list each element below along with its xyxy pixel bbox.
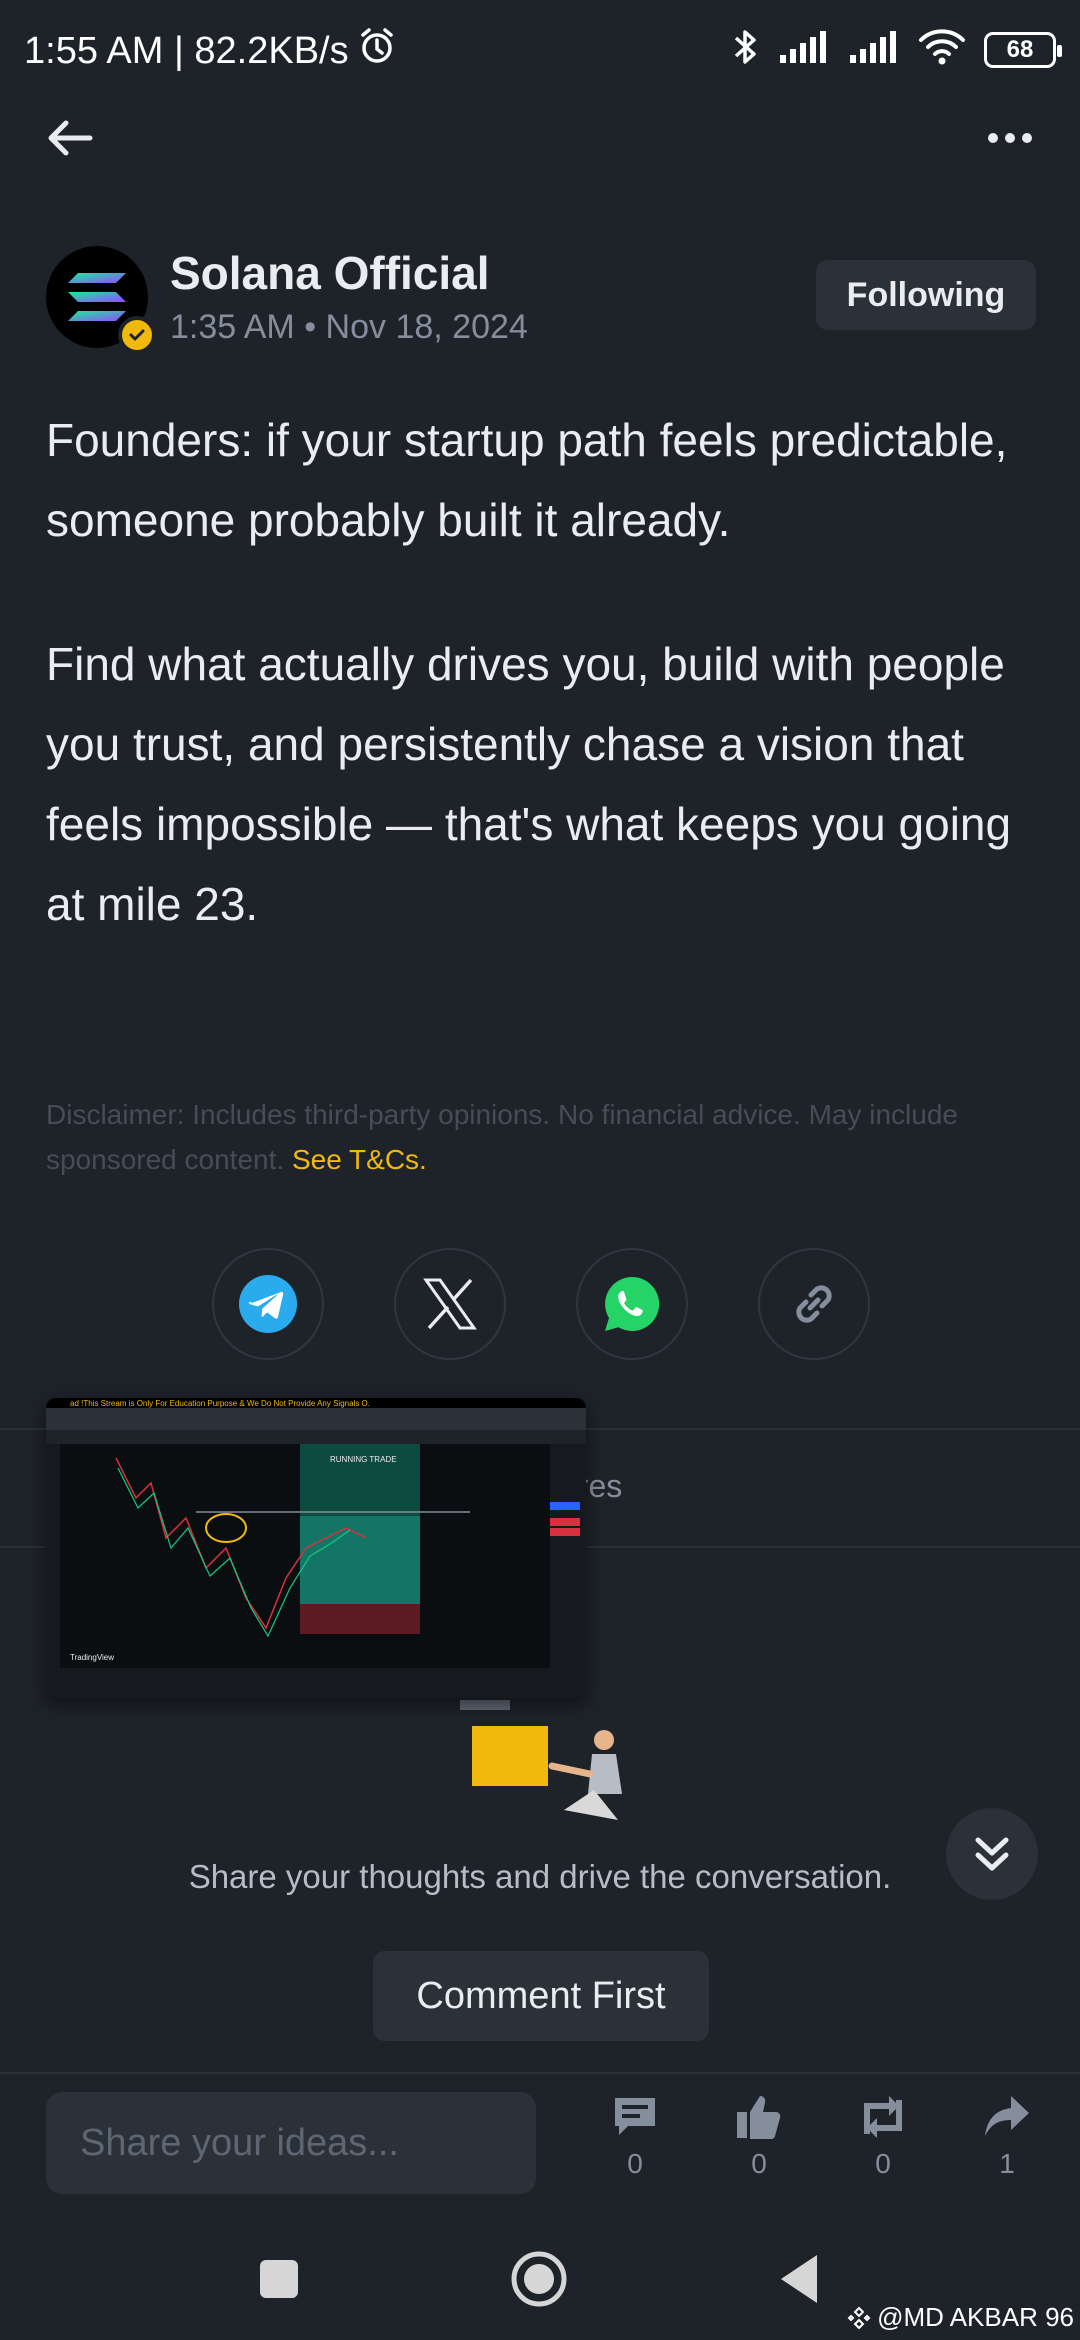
share-action[interactable]: 1 [962, 2094, 1052, 2180]
shares-count: 1 [999, 2148, 1015, 2179]
watermark-text: @MD AKBAR 96 [877, 2302, 1074, 2332]
thumbs-up-icon [737, 2096, 781, 2139]
disclaimer-text: Disclaimer: Includes third-party opinion… [46, 1099, 958, 1175]
repost-icon [864, 2096, 902, 2138]
link-icon [796, 1285, 832, 1323]
comment-first-button[interactable]: Comment First [373, 1951, 709, 2041]
recents-button[interactable] [244, 2244, 314, 2314]
whatsapp-icon [605, 1276, 660, 1331]
bluetooth-icon [730, 26, 760, 73]
author-name[interactable]: Solana Official [170, 246, 490, 300]
battery-icon: 68 [984, 31, 1062, 68]
floating-video-player[interactable]: ad !This Stream is Only For Education Pu… [46, 1398, 586, 1698]
more-options-button[interactable] [980, 110, 1040, 166]
comments-count: 0 [627, 2148, 643, 2179]
back-button[interactable] [40, 110, 100, 166]
copy-link-button[interactable] [758, 1248, 870, 1360]
alarm-icon [357, 26, 397, 76]
scroll-down-button[interactable] [946, 1808, 1038, 1900]
binance-logo-icon [847, 2306, 871, 2329]
more-dots-icon [988, 133, 1032, 143]
post-paragraph-2: Find what actually drives you, build wit… [46, 638, 1012, 930]
post-timestamp: 1:35 AM • Nov 18, 2024 [170, 308, 528, 346]
likes-count: 0 [751, 2148, 767, 2179]
disclaimer: Disclaimer: Includes third-party opinion… [46, 1092, 1036, 1182]
wifi-icon [918, 28, 966, 71]
x-icon [423, 1278, 477, 1330]
share-whatsapp-button[interactable] [576, 1248, 688, 1360]
home-circle-icon [511, 2251, 567, 2307]
repost-action[interactable]: 0 [838, 2094, 928, 2180]
comments-action[interactable]: 0 [590, 2094, 680, 2180]
double-chevron-down-icon [975, 1837, 1009, 1871]
watermark: @MD AKBAR 96 [847, 2302, 1074, 2333]
solana-logo-icon [68, 273, 126, 321]
status-left: 1:55 AM | 82.2KB/s [24, 26, 397, 76]
running-trade-label: RUNNING TRADE [330, 1455, 397, 1464]
following-button[interactable]: Following [816, 260, 1036, 330]
signal-icon-2 [848, 29, 900, 70]
triangle-back-icon [781, 2255, 817, 2303]
trading-chart-stream: ad !This Stream is Only For Education Pu… [46, 1398, 586, 1698]
reposts-count: 0 [875, 2148, 891, 2179]
back-nav-button[interactable] [764, 2244, 834, 2314]
share-arrow-icon [985, 2096, 1029, 2136]
verified-badge-icon [118, 316, 156, 354]
comment-icon [615, 2098, 655, 2135]
home-button[interactable] [504, 2244, 574, 2314]
telegram-icon [239, 1275, 297, 1333]
signal-icon-1 [778, 29, 830, 70]
share-x-button[interactable] [394, 1248, 506, 1360]
share-telegram-button[interactable] [212, 1248, 324, 1360]
square-icon [260, 2260, 298, 2298]
back-arrow-icon [48, 120, 93, 156]
status-bar: 1:55 AM | 82.2KB/s 68 [0, 0, 1080, 100]
terms-link[interactable]: See T&Cs. [292, 1144, 427, 1175]
status-time: 1:55 AM | 82.2KB/s [24, 29, 349, 72]
tradingview-brand: TradingView [70, 1653, 114, 1662]
comment-input[interactable] [46, 2092, 536, 2194]
like-action[interactable]: 0 [714, 2094, 804, 2180]
post-body: Founders: if your startup path feels pre… [46, 400, 1046, 1008]
post-paragraph-1: Founders: if your startup path feels pre… [46, 414, 1008, 546]
video-banner-text: ad !This Stream is Only For Education Pu… [70, 1399, 370, 1408]
empty-comments-illustration [460, 1700, 622, 1820]
empty-comments-text: Share your thoughts and drive the conver… [188, 1858, 892, 1895]
status-right: 68 [730, 26, 1062, 73]
